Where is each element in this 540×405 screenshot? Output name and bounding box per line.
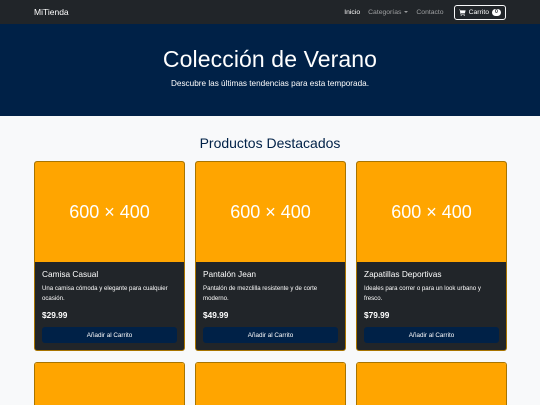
product-card <box>195 362 346 405</box>
navbar: MiTienda Inicio Categorías Contacto Carr… <box>0 0 540 24</box>
nav-link-inicio[interactable]: Inicio <box>344 9 360 16</box>
product-price: $79.99 <box>364 310 390 320</box>
nav-link-categorias[interactable]: Categorías <box>368 8 409 16</box>
cart-label: Carrito <box>468 8 489 16</box>
product-card-body: Zapatillas Deportivas Ideales para corre… <box>357 262 506 350</box>
product-image-placeholder: 600 × 400 <box>196 162 345 262</box>
product-card: 600 × 400 Camisa Casual Una camisa cómod… <box>34 161 185 351</box>
product-card <box>34 362 185 405</box>
hero-title: Colección de Verano <box>162 46 378 72</box>
product-name: Zapatillas Deportivas <box>364 269 442 279</box>
hero-banner: Colección de Verano Descubre las últimas… <box>0 24 540 116</box>
add-to-cart-button[interactable]: Añadir al Carrito <box>364 327 499 343</box>
product-price: $49.99 <box>203 310 229 320</box>
product-image-placeholder <box>357 363 506 405</box>
product-description: Ideales para correr o para un look urban… <box>364 285 481 302</box>
hero-subtitle: Descubre las últimas tendencias para est… <box>171 79 369 88</box>
product-card-body: Camisa Casual Una camisa cómoda y elegan… <box>35 262 184 350</box>
product-image-placeholder <box>196 363 345 405</box>
cart-button[interactable]: Carrito 0 <box>453 4 506 20</box>
product-card-body: Pantalón Jean Pantalón de mezclilla resi… <box>196 262 345 350</box>
nav-link-label: Categorías <box>368 8 402 16</box>
cart-count-badge: 0 <box>492 8 501 16</box>
section-title: Productos Destacados <box>199 135 341 151</box>
product-description: Pantalón de mezclilla resistente y de co… <box>203 285 318 302</box>
chevron-down-icon <box>404 11 409 13</box>
product-image-placeholder <box>35 363 184 405</box>
add-to-cart-button[interactable]: Añadir al Carrito <box>42 327 177 343</box>
product-price: $29.99 <box>42 310 68 320</box>
product-grid: 600 × 400 Camisa Casual Una camisa cómod… <box>34 161 507 405</box>
product-name: Camisa Casual <box>42 269 99 279</box>
nav-link-label: Contacto <box>416 8 444 16</box>
nav-link-contacto[interactable]: Contacto <box>416 9 443 16</box>
nav-link-label: Inicio <box>344 8 361 16</box>
add-to-cart-button[interactable]: Añadir al Carrito <box>203 327 338 343</box>
product-card: 600 × 400 Pantalón Jean Pantalón de mezc… <box>195 161 346 351</box>
product-image-placeholder: 600 × 400 <box>357 162 506 262</box>
nav-links: Inicio Categorías Contacto Carrito 0 <box>344 4 540 20</box>
product-card <box>356 362 507 405</box>
product-name: Pantalón Jean <box>203 269 257 279</box>
product-image-placeholder: 600 × 400 <box>35 162 184 262</box>
product-card: 600 × 400 Zapatillas Deportivas Ideales … <box>356 161 507 351</box>
cart-icon <box>458 8 466 16</box>
brand-logo[interactable]: MiTienda <box>34 7 69 17</box>
product-description: Una camisa cómoda y elegante para cualqu… <box>42 285 168 302</box>
